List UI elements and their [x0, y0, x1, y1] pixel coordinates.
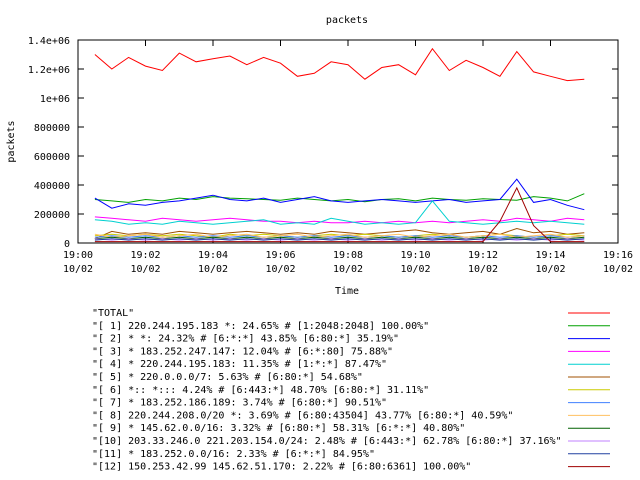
x-tick-label-time: 19:04	[198, 250, 228, 261]
x-tick-label-date: 10/02	[198, 264, 228, 275]
legend-label: "[ 9] * 145.62.0.0/16: 3.32% # [6:80:*] …	[92, 423, 465, 434]
x-tick-label-time: 19:08	[333, 250, 363, 261]
x-tick-label-time: 19:14	[535, 250, 565, 261]
y-tick-label: 1.4e+06	[28, 36, 70, 47]
x-tick-label-date: 10/02	[333, 264, 363, 275]
legend-label: "[ 3] * 183.252.247.147: 12.04% # [6:*:8…	[92, 346, 393, 357]
x-axis-label: Time	[335, 286, 359, 297]
legend: "TOTAL" "[ 1] 220.244.195.183 *: 24.65% #…	[92, 308, 610, 473]
y-tick-label: 0	[64, 239, 70, 250]
y-tick-label: 1.2e+06	[28, 65, 70, 76]
x-tick-label-time: 19:12	[468, 250, 498, 261]
x-tick-label-time: 19:10	[400, 250, 430, 261]
legend-label: "[ 1] 220.244.195.183 *: 24.65% # [1:204…	[92, 321, 429, 332]
legend-label: "[ 8] 220.244.208.0/20 *: 3.69% # [6:80:…	[92, 410, 513, 421]
x-tick-label-time: 19:02	[130, 250, 160, 261]
legend-label: "[11] * 183.252.0.0/16: 2.33% # [6:*:*] …	[92, 449, 375, 460]
legend-label: "[10] 203.33.246.0 221.203.154.0/24: 2.4…	[92, 436, 562, 447]
x-tick-label-date: 10/02	[535, 264, 565, 275]
x-tick-label-time: 19:16	[603, 250, 633, 261]
packets-chart: packets packets Time 0 200000 400000 600000…	[6, 15, 633, 473]
x-tick-label-date: 10/02	[603, 264, 633, 275]
x-tick-label-date: 10/02	[63, 264, 93, 275]
legend-label: "[ 5] * 220.0.0.0/7: 5.63% # [6:80:*] 54…	[92, 372, 363, 383]
y-tick-label: 800000	[34, 123, 70, 134]
plot-frame	[77, 39, 619, 244]
legend-label: "[ 6] *:: *::: 4.24% # [6:443:*] 48.70% …	[92, 385, 429, 396]
plot-area	[94, 47, 585, 243]
series-line-1	[94, 193, 585, 203]
series-line-4	[94, 200, 585, 225]
y-tick-label: 200000	[34, 210, 70, 221]
x-tick-label-date: 10/02	[265, 264, 295, 275]
x-tick-label-time: 19:00	[63, 250, 93, 261]
series-line-9	[94, 236, 585, 240]
y-axis: 0 200000 400000 600000 800000 1e+06 1.2e+06 1.4…	[28, 36, 618, 250]
y-tick-label: 400000	[34, 181, 70, 192]
series-line-2	[94, 178, 585, 211]
y-axis-label: packets	[6, 120, 17, 162]
series-line-0	[94, 47, 585, 82]
y-tick-label: 600000	[34, 152, 70, 163]
legend-label: "[ 7] * 183.252.186.189: 3.74% # [6:80:*…	[92, 398, 387, 409]
x-tick-label-date: 10/02	[468, 264, 498, 275]
legend-label: "[ 4] * 220.244.195.183: 11.35% # [1:*:*…	[92, 359, 387, 370]
legend-label: "[12] 150.253.42.99 145.62.51.170: 2.22%…	[92, 462, 471, 473]
legend-label: "TOTAL"	[92, 308, 134, 319]
y-tick-label: 1e+06	[40, 94, 70, 105]
x-tick-label-date: 10/02	[130, 264, 160, 275]
legend-label: "[ 2] * *: 24.32% # [6:*:*] 43.85% [6:80…	[92, 334, 399, 345]
chart-title: packets	[326, 15, 368, 26]
x-tick-label-time: 19:06	[265, 250, 295, 261]
x-tick-label-date: 10/02	[400, 264, 430, 275]
